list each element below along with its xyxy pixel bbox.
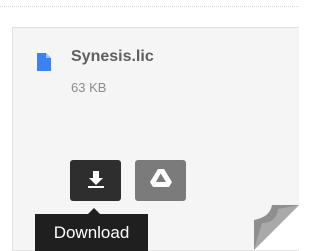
attachment-filename: Synesis.lic: [71, 48, 154, 65]
download-button[interactable]: [70, 160, 121, 201]
divider: [0, 6, 299, 7]
download-tooltip: Download: [35, 208, 148, 251]
attachment-filesize: 63 KB: [71, 80, 107, 95]
google-drive-icon: [149, 168, 172, 193]
page-fold-corner: [254, 205, 299, 250]
attachment-preview: Synesis.lic 63 KB Download: [0, 0, 299, 251]
tooltip-label: Download: [35, 214, 148, 251]
download-arrow-icon: [87, 169, 105, 193]
save-to-drive-button[interactable]: [135, 160, 186, 201]
file-document-icon: [37, 53, 51, 71]
